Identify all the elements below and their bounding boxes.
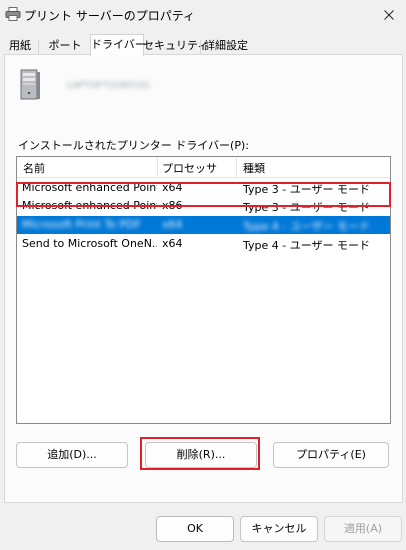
driver-processor: x64 (162, 218, 183, 231)
close-icon (384, 9, 394, 20)
tab-drivers[interactable]: ドライバー (90, 34, 146, 56)
driver-row[interactable]: Microsoft enhanced Point... x64 Type 3 -… (17, 179, 390, 197)
driver-processor: x64 (162, 237, 183, 250)
driver-type: Type 4 - ユーザー モード (243, 220, 370, 233)
tab-ports[interactable]: ポート (47, 38, 83, 54)
cancel-button[interactable]: キャンセル (240, 516, 318, 542)
driver-type: Type 3 - ユーザー モード (243, 201, 370, 214)
driver-name: Microsoft Print To PDF (22, 218, 141, 231)
column-header-type[interactable]: 種類 (243, 160, 265, 176)
column-header-processor[interactable]: プロセッサ (162, 160, 217, 176)
driver-processor: x86 (162, 199, 183, 212)
add-driver-button[interactable]: 追加(D)... (16, 442, 128, 468)
driver-properties-button[interactable]: プロパティ(E) (273, 442, 389, 468)
tab-separator (38, 40, 39, 54)
column-separator[interactable] (236, 157, 237, 177)
title-bar: プリント サーバーのプロパティ (0, 0, 406, 30)
window-title: プリント サーバーのプロパティ (24, 9, 195, 23)
ok-button[interactable]: OK (156, 516, 234, 542)
tab-strip: 用紙 ポート ドライバー セキュリティ 詳細設定 (0, 34, 406, 56)
list-header: 名前 プロセッサ 種類 (17, 157, 390, 178)
installed-drivers-label: インストールされたプリンター ドライバー(P): (18, 139, 249, 152)
tab-security[interactable]: セキュリティ (143, 38, 208, 54)
apply-button[interactable]: 適用(A) (324, 516, 402, 542)
driver-type: Type 4 - ユーザー モード (243, 239, 370, 252)
tab-paper[interactable]: 用紙 (6, 38, 34, 54)
driver-type: Type 3 - ユーザー モード (243, 183, 370, 196)
drivers-tab-panel: LAPTOP-T2H8IYUG インストールされたプリンター ドライバー(P):… (4, 54, 403, 503)
driver-row[interactable]: Send to Microsoft OneN... x64 Type 4 - ユ… (17, 235, 390, 253)
close-button[interactable] (372, 0, 406, 28)
column-header-name[interactable]: 名前 (23, 160, 45, 176)
tab-separator (200, 40, 201, 54)
driver-name: Microsoft enhanced Point... (22, 181, 157, 194)
remove-driver-button[interactable]: 削除(R)... (145, 442, 257, 468)
driver-name: Microsoft enhanced Point... (22, 199, 157, 212)
print-server-properties-dialog: プリント サーバーのプロパティ 用紙 ポート ドライバー セキュリティ 詳細設定 (0, 0, 406, 550)
tab-advanced[interactable]: 詳細設定 (202, 38, 250, 54)
column-separator[interactable] (157, 157, 158, 177)
driver-processor: x64 (162, 181, 183, 194)
server-name: LAPTOP-T2H8IYUG (67, 81, 150, 91)
driver-name: Send to Microsoft OneN... (22, 237, 157, 250)
driver-row-selected[interactable]: Microsoft Print To PDF x64 Type 4 - ユーザー… (17, 216, 390, 234)
printer-icon (5, 7, 21, 21)
driver-row[interactable]: Microsoft enhanced Point... x86 Type 3 -… (17, 197, 390, 215)
driver-list[interactable]: 名前 プロセッサ 種類 Microsoft enhanced Point... … (16, 156, 391, 424)
computer-tower-icon (19, 69, 41, 101)
